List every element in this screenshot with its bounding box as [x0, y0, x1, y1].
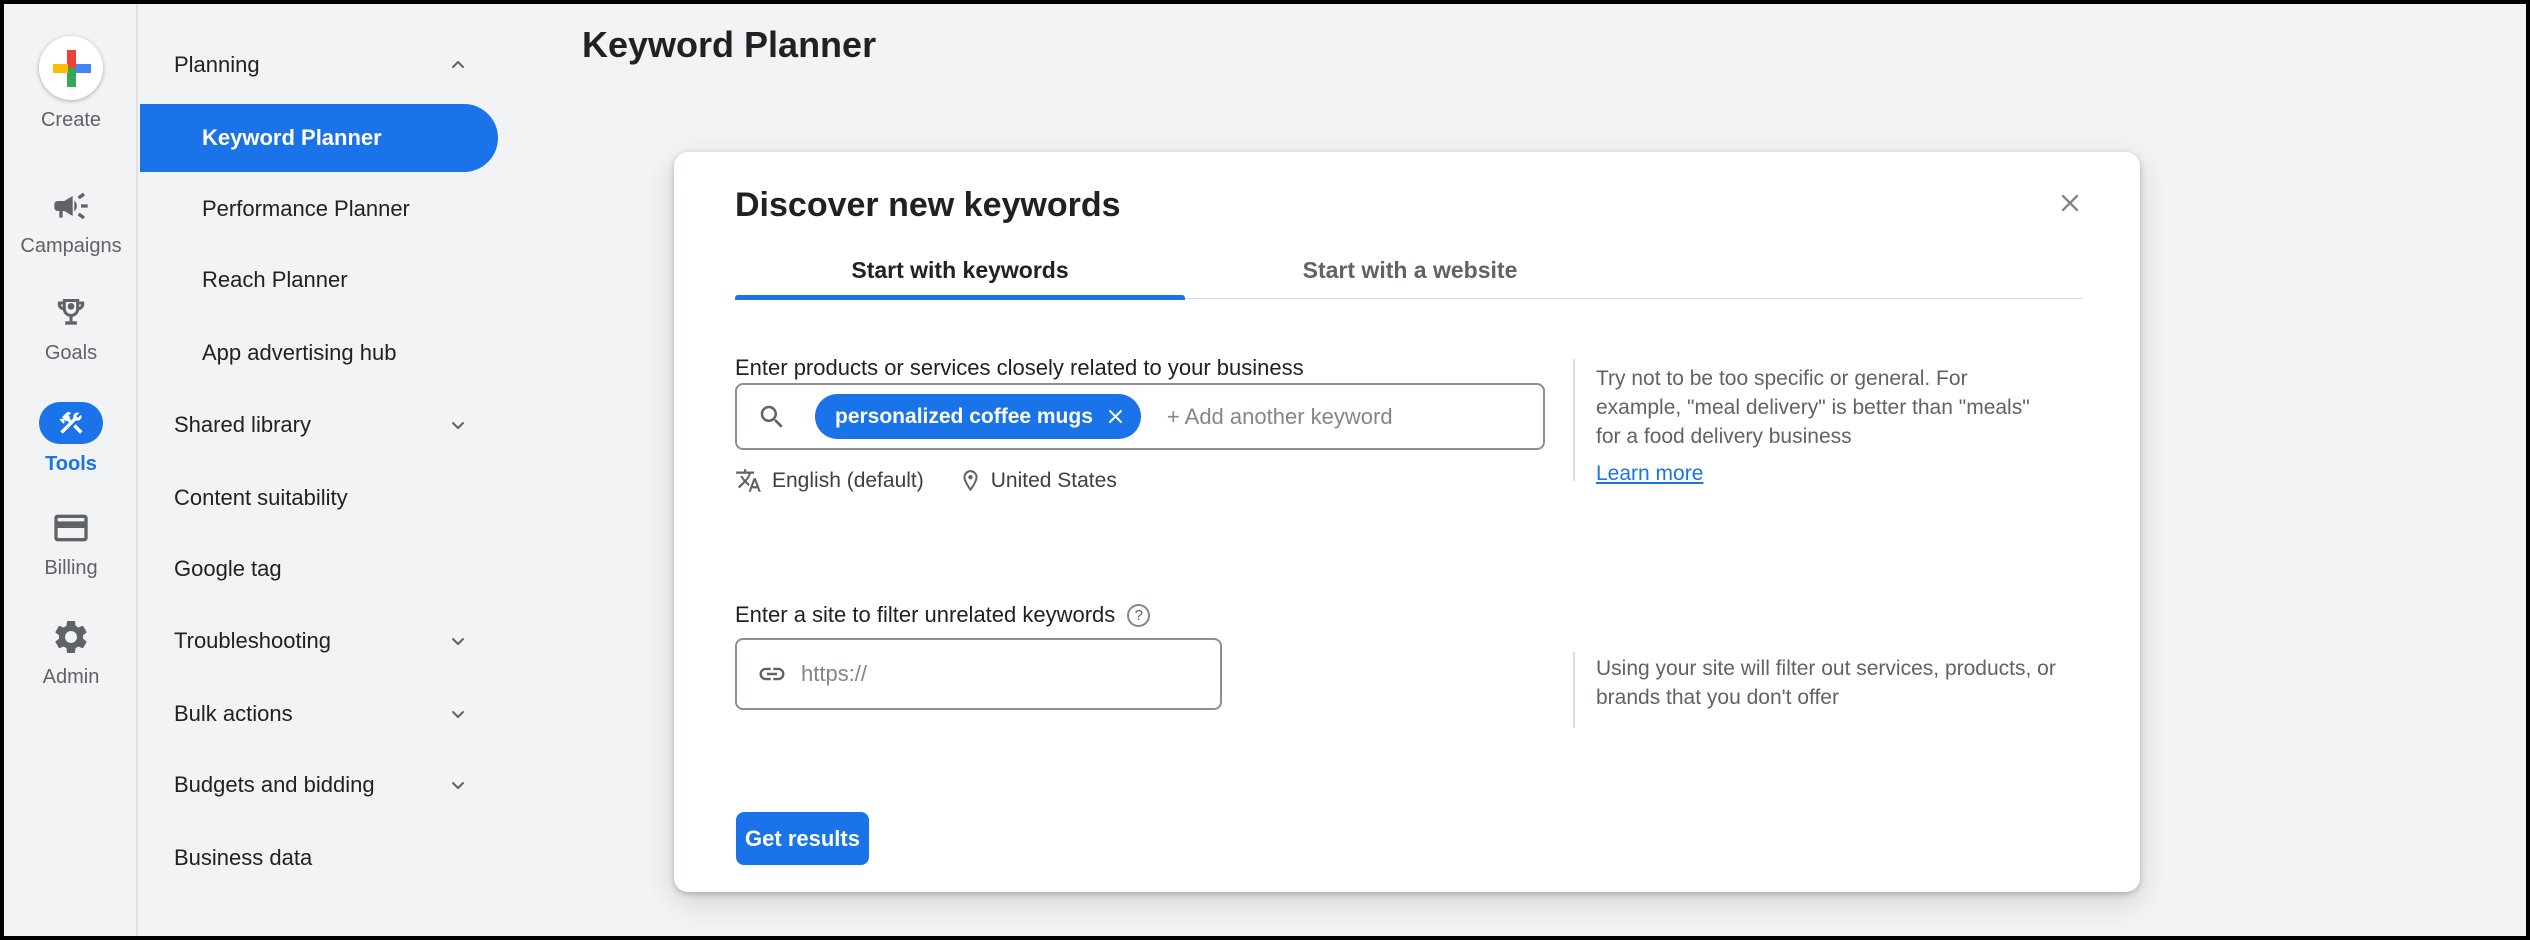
site-field-label-row: Enter a site to filter unrelated keyword…	[735, 602, 1150, 628]
sidebar-item-troubleshooting[interactable]: Troubleshooting	[140, 619, 498, 663]
helper-divider	[1573, 652, 1575, 728]
translate-icon	[735, 467, 762, 494]
rail-label-admin: Admin	[43, 666, 100, 689]
site-url-input[interactable]	[801, 661, 1181, 687]
active-tab-underline	[735, 295, 1185, 300]
tools-selected-pill	[39, 402, 103, 444]
plus-create-icon[interactable]	[39, 36, 103, 100]
megaphone-icon	[51, 186, 91, 226]
language-value[interactable]: English (default)	[772, 469, 924, 493]
site-url-input-box[interactable]	[735, 638, 1222, 710]
link-icon	[757, 659, 787, 689]
keywords-helper-text: Try not to be too specific or general. F…	[1596, 364, 2048, 451]
sidebar-item-shared-library[interactable]: Shared library	[140, 403, 498, 447]
add-keyword-input[interactable]	[1167, 404, 1543, 430]
keyword-chip-label: personalized coffee mugs	[835, 405, 1093, 429]
rail-item-admin[interactable]: Admin	[4, 617, 138, 689]
chevron-down-icon	[446, 702, 470, 726]
sidebar-item-reach-planner[interactable]: Reach Planner	[140, 258, 498, 302]
planning-sidebar: Planning Keyword Planner Performance Pla…	[140, 4, 500, 936]
sidebar-item-bulk-actions[interactable]: Bulk actions	[140, 692, 498, 736]
chip-remove-icon[interactable]	[1106, 407, 1125, 426]
credit-card-icon	[51, 508, 91, 548]
rail-label-tools: Tools	[45, 453, 97, 476]
help-icon[interactable]: ?	[1127, 604, 1150, 627]
learn-more-link[interactable]: Learn more	[1596, 462, 1703, 486]
sidebar-item-keyword-planner[interactable]: Keyword Planner	[140, 104, 498, 172]
rail-label-billing: Billing	[44, 557, 97, 580]
chevron-down-icon	[446, 773, 470, 797]
rail-item-campaigns[interactable]: Campaigns	[4, 186, 138, 258]
sidebar-item-performance-planner[interactable]: Performance Planner	[140, 187, 498, 231]
icon-rail: Create Campaigns Goals	[4, 4, 138, 936]
location-value[interactable]: United States	[991, 469, 1117, 493]
sidebar-item-content-suitability[interactable]: Content suitability	[140, 476, 498, 520]
search-icon	[757, 402, 787, 432]
keyword-chip[interactable]: personalized coffee mugs	[815, 394, 1141, 439]
chevron-up-icon	[446, 53, 470, 77]
helper-divider	[1573, 359, 1575, 481]
location-pin-icon	[958, 468, 983, 493]
keywords-field-label: Enter products or services closely relat…	[735, 355, 1304, 381]
close-icon[interactable]	[2056, 189, 2084, 217]
hammer-wrench-icon	[57, 409, 85, 437]
app-frame: Create Campaigns Goals	[0, 0, 2530, 940]
modal-tabbar: Start with keywords Start with a website	[735, 242, 2082, 299]
rail-item-billing[interactable]: Billing	[4, 508, 138, 580]
rail-label-goals: Goals	[45, 342, 97, 365]
keywords-input-box[interactable]: personalized coffee mugs	[735, 383, 1545, 450]
tab-start-with-a-website[interactable]: Start with a website	[1185, 242, 1635, 299]
language-location-row: English (default) United States	[735, 467, 1117, 494]
modal-title: Discover new keywords	[735, 186, 1121, 225]
gear-icon	[51, 617, 91, 657]
page-title: Keyword Planner	[582, 24, 876, 66]
sidebar-item-app-advertising-hub[interactable]: App advertising hub	[140, 331, 498, 375]
rail-label-campaigns: Campaigns	[20, 235, 121, 258]
site-helper-text: Using your site will filter out services…	[1596, 654, 2066, 712]
sidebar-item-budgets-and-bidding[interactable]: Budgets and bidding	[140, 763, 498, 807]
rail-item-goals[interactable]: Goals	[4, 293, 138, 365]
rail-item-tools[interactable]: Tools	[4, 402, 138, 476]
sidebar-item-business-data[interactable]: Business data	[140, 836, 498, 880]
sidebar-item-google-tag[interactable]: Google tag	[140, 547, 498, 591]
chevron-down-icon	[446, 629, 470, 653]
tab-start-with-keywords[interactable]: Start with keywords	[735, 242, 1185, 299]
discover-keywords-modal: Discover new keywords Start with keyword…	[674, 152, 2140, 892]
get-results-button[interactable]: Get results	[736, 812, 869, 865]
rail-item-create[interactable]: Create	[4, 36, 138, 132]
chevron-down-icon	[446, 413, 470, 437]
trophy-icon	[51, 293, 91, 333]
rail-label-create: Create	[41, 109, 101, 132]
sidebar-item-planning[interactable]: Planning	[140, 43, 498, 87]
